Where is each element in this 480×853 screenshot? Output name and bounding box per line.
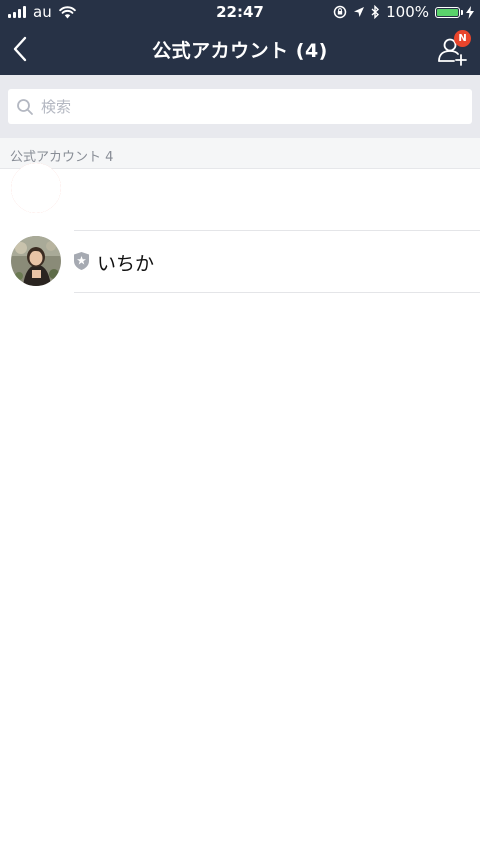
rotation-lock-icon [333, 5, 347, 19]
status-right: 100% [333, 3, 474, 21]
account-row[interactable]: いちか [0, 231, 480, 293]
charging-icon [466, 5, 474, 19]
avatar-image [11, 163, 61, 213]
add-friend-button[interactable]: N [434, 30, 474, 66]
page-title: 公式アカウント (4) [152, 40, 328, 62]
account-avatar [11, 163, 61, 213]
search-placeholder: 検索 [41, 98, 72, 116]
header-bar: au 22:47 100% 公式アカウント (4) N [0, 0, 480, 75]
account-avatar [11, 236, 61, 286]
search-icon [17, 98, 33, 115]
status-bar: au 22:47 100% [0, 0, 480, 24]
search-input[interactable]: 検索 [8, 89, 472, 124]
battery-icon [435, 6, 463, 18]
search-area: 検索 [0, 75, 480, 138]
notification-badge: N [454, 30, 471, 47]
verified-shield-icon [74, 252, 89, 270]
row-divider [74, 292, 480, 293]
location-arrow-icon [354, 7, 365, 17]
avatar-photo [11, 236, 61, 286]
section-label: 公式アカウント 4 [10, 150, 114, 165]
bluetooth-icon [371, 5, 380, 19]
account-row[interactable] [0, 163, 480, 231]
battery-level [437, 8, 458, 16]
battery-percent: 100% [386, 3, 429, 21]
section-header: 公式アカウント 4 [0, 138, 480, 169]
account-name: いちか [97, 253, 155, 275]
